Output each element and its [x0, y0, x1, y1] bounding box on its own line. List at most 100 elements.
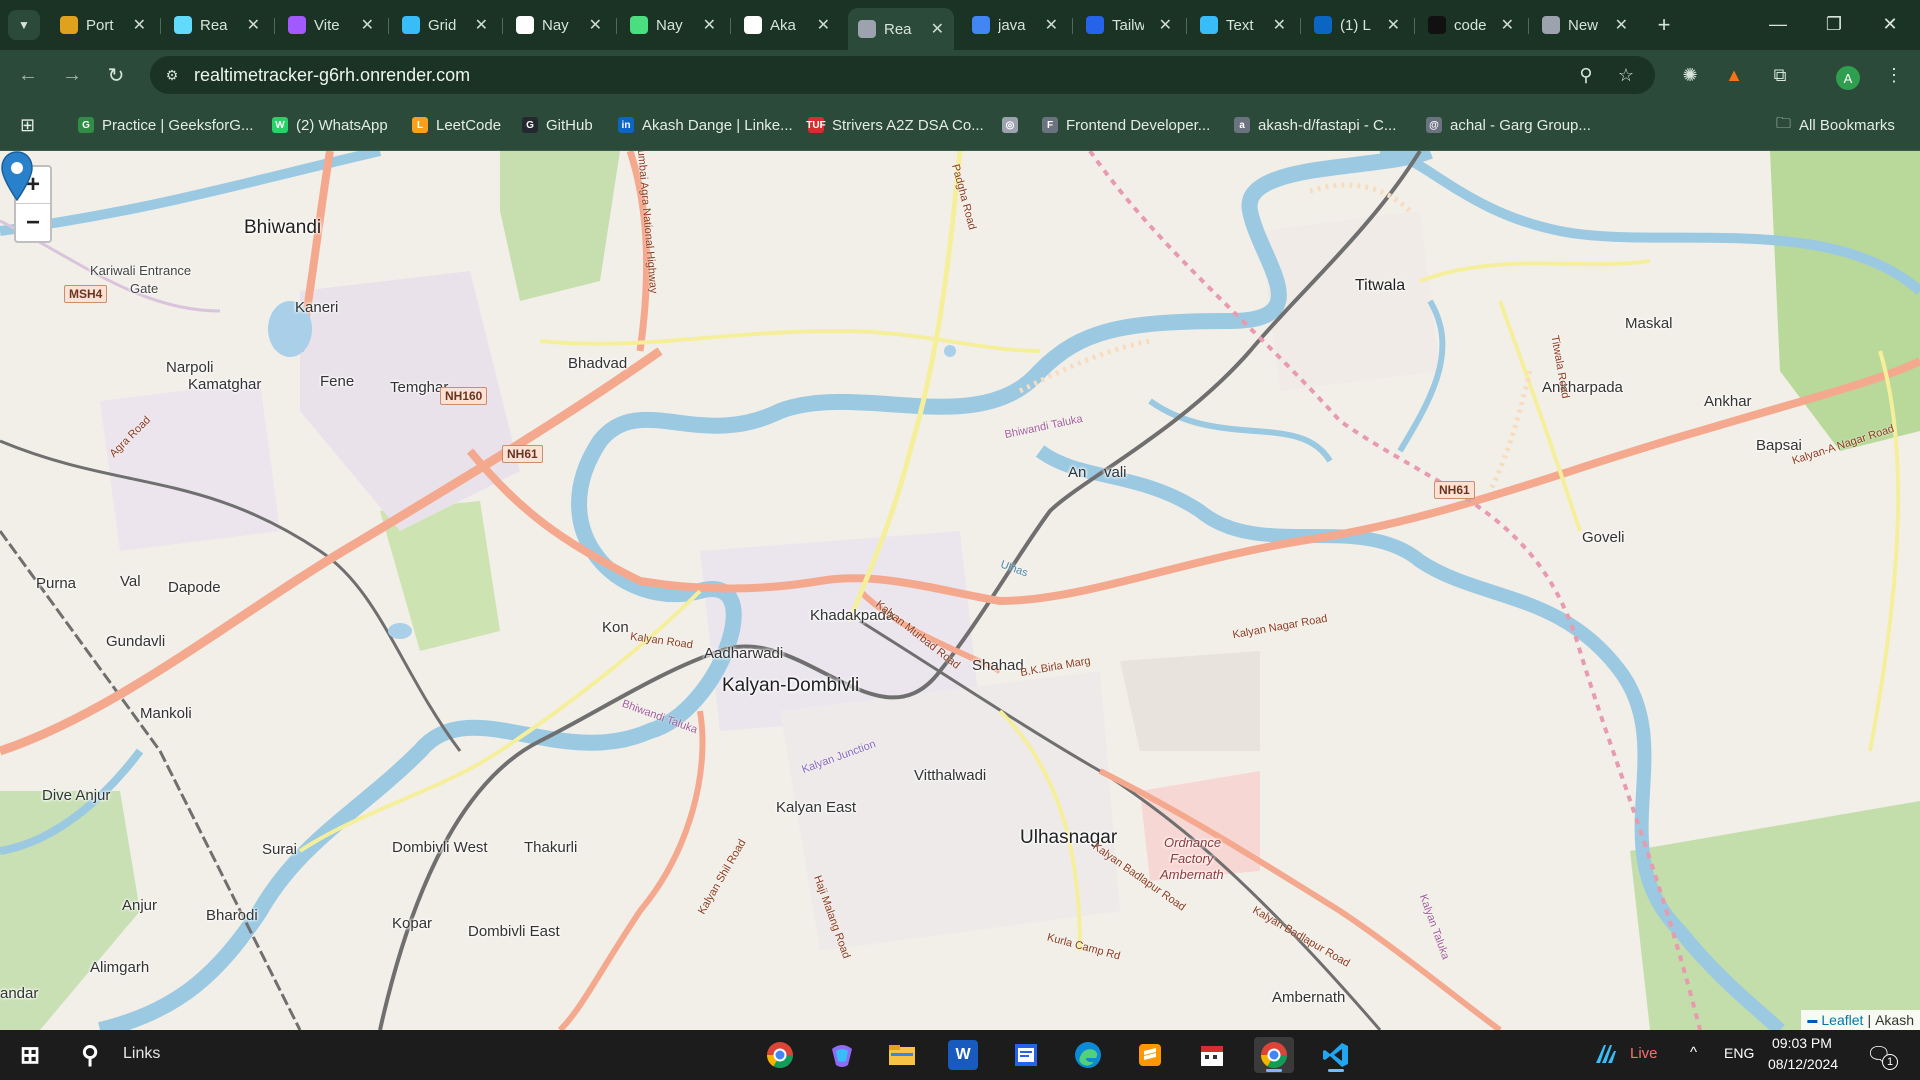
zoom-out-button[interactable]: −: [16, 204, 50, 241]
close-tab-icon[interactable]: ✕: [817, 15, 830, 35]
bookmark-favicon-icon: in: [618, 117, 634, 133]
bookmark-item[interactable]: a akash-d/fastapi - C...: [1234, 112, 1396, 138]
all-bookmarks-button[interactable]: 🗀 All Bookmarks: [1776, 112, 1895, 138]
location-marker-icon[interactable]: [0, 151, 34, 201]
clock-date[interactable]: 08/12/2024: [1768, 1056, 1838, 1072]
highway-shield: NH61: [1434, 481, 1475, 499]
toolbar: ← → ↻ ⚙ realtimetracker-g6rh.onrender.co…: [0, 50, 1920, 100]
copilot-icon[interactable]: [822, 1037, 862, 1073]
close-tab-icon[interactable]: ✕: [1501, 15, 1514, 35]
bookmark-item[interactable]: TUF Strivers A2Z DSA Co...: [806, 112, 983, 138]
place-label: Fene: [320, 373, 355, 390]
tab-4[interactable]: Nay ✕: [506, 8, 612, 42]
tab-title: Aka: [770, 16, 796, 34]
back-button[interactable]: ←: [12, 59, 44, 91]
place-label: An: [1068, 464, 1087, 481]
word-icon[interactable]: W: [948, 1040, 978, 1070]
tab-12[interactable]: code ✕: [1418, 8, 1524, 42]
close-window-button[interactable]: ✕: [1868, 8, 1912, 40]
leaflet-link[interactable]: Leaflet: [1821, 1012, 1863, 1028]
tab-8[interactable]: java ✕: [962, 8, 1068, 42]
bookmark-label: Frontend Developer...: [1066, 116, 1211, 134]
close-tab-icon[interactable]: ✕: [1159, 15, 1172, 35]
new-tab-button[interactable]: +: [1650, 10, 1678, 40]
tab-0[interactable]: Port ✕: [50, 8, 156, 42]
url-text[interactable]: realtimetracker-g6rh.onrender.com: [194, 65, 470, 86]
google-icon: [972, 16, 990, 34]
bookmark-label: achal - Garg Group...: [1450, 116, 1591, 134]
close-tab-icon[interactable]: ✕: [703, 15, 716, 35]
bookmark-item[interactable]: F Frontend Developer...: [1042, 112, 1210, 138]
tab-9[interactable]: Tailw ✕: [1076, 8, 1182, 42]
extensions-icon[interactable]: ⧉: [1764, 59, 1796, 91]
calendar-icon[interactable]: [1192, 1037, 1232, 1073]
sublime-icon[interactable]: [1130, 1037, 1170, 1073]
bookmark-favicon-icon: L: [412, 117, 428, 133]
file-explorer-icon[interactable]: [882, 1037, 922, 1073]
tab-10[interactable]: Text ✕: [1190, 8, 1296, 42]
restore-button[interactable]: ❐: [1812, 8, 1856, 40]
tab-3[interactable]: Grid ✕: [392, 8, 498, 42]
clock-time[interactable]: 09:03 PM: [1772, 1035, 1832, 1051]
tab-title: Rea: [200, 16, 228, 34]
location-icon[interactable]: ⚲: [1572, 61, 1600, 89]
close-tab-icon[interactable]: ✕: [247, 15, 260, 35]
bookmark-item[interactable]: G Practice | GeeksforG...: [78, 112, 253, 138]
bookmark-item[interactable]: @ achal - Garg Group...: [1426, 112, 1591, 138]
bookmark-item[interactable]: in Akash Dange | Linke...: [618, 112, 793, 138]
close-tab-icon[interactable]: ✕: [1273, 15, 1286, 35]
close-tab-icon[interactable]: ✕: [1387, 15, 1400, 35]
bookmark-item[interactable]: ◎: [1002, 112, 1026, 138]
minimize-button[interactable]: —: [1756, 8, 1800, 40]
notepad-icon[interactable]: [1006, 1037, 1046, 1073]
taskbar-search-label[interactable]: Links: [123, 1045, 160, 1063]
reload-button[interactable]: ↻: [100, 59, 132, 91]
search-icon[interactable]: ⚲: [70, 1037, 110, 1073]
close-tab-icon[interactable]: ✕: [1615, 15, 1628, 35]
map-view[interactable]: + − Bhiwandi Kariwali Entrance Gate Kane…: [0, 151, 1920, 1030]
profile-avatar[interactable]: A: [1836, 66, 1860, 90]
site-info-icon[interactable]: ⚙: [158, 61, 186, 89]
close-tab-icon[interactable]: ✕: [475, 15, 488, 35]
bookmark-item[interactable]: L LeetCode: [412, 112, 501, 138]
bookmark-star-icon[interactable]: ☆: [1612, 61, 1640, 89]
vscode-icon[interactable]: [1316, 1037, 1356, 1073]
tab-6[interactable]: Aka ✕: [734, 8, 840, 42]
language-indicator[interactable]: ENG: [1724, 1045, 1754, 1061]
forward-button[interactable]: →: [56, 59, 88, 91]
apps-grid-icon[interactable]: ⊞: [20, 112, 35, 138]
tab-1[interactable]: Rea ✕: [164, 8, 270, 42]
extension-fox-icon[interactable]: ▲: [1718, 59, 1750, 91]
tab-strip: ▼ Port ✕ Rea ✕ Vite ✕ Grid ✕ Nay ✕ Nay ✕ Aka ✕ Rea ✕ jav…: [0, 0, 1920, 50]
chrome-icon[interactable]: [760, 1037, 800, 1073]
tab-5[interactable]: Nay ✕: [620, 8, 726, 42]
tab-7[interactable]: Rea ✕: [848, 8, 954, 50]
tailwind-icon: [1200, 16, 1218, 34]
tray-chevron-icon[interactable]: ^: [1690, 1044, 1697, 1061]
close-tab-icon[interactable]: ✕: [1045, 15, 1058, 35]
notification-button[interactable]: 🗨 1: [1866, 1042, 1898, 1070]
close-tab-icon[interactable]: ✕: [133, 15, 146, 35]
portfolio-icon: [60, 16, 78, 34]
bookmark-favicon-icon: W: [272, 117, 288, 133]
start-button[interactable]: ⊞: [10, 1037, 50, 1073]
edge-icon[interactable]: [1068, 1037, 1108, 1073]
chrome-active-icon[interactable]: [1254, 1037, 1294, 1073]
tab-title: New: [1568, 16, 1599, 34]
tab-2[interactable]: Vite ✕: [278, 8, 384, 42]
tab-search-button[interactable]: ▼: [8, 10, 40, 40]
close-tab-icon[interactable]: ✕: [361, 15, 374, 35]
tab-11[interactable]: (1) L ✕: [1304, 8, 1410, 42]
weather-label[interactable]: Live: [1630, 1045, 1658, 1062]
weather-icon[interactable]: [1592, 1041, 1618, 1071]
bookmark-item[interactable]: G GitHub: [522, 112, 593, 138]
tab-13[interactable]: New ✕: [1532, 8, 1638, 42]
menu-icon[interactable]: ⋮: [1878, 59, 1910, 91]
address-bar[interactable]: ⚙ realtimetracker-g6rh.onrender.com ⚲ ☆: [150, 56, 1655, 94]
react-devtools-icon[interactable]: ✺: [1674, 59, 1706, 91]
close-tab-icon[interactable]: ✕: [589, 15, 602, 35]
bookmark-item[interactable]: W (2) WhatsApp: [272, 112, 388, 138]
close-tab-icon[interactable]: ✕: [931, 19, 944, 39]
tab-separator: [1186, 18, 1187, 34]
github-icon: [516, 16, 534, 34]
